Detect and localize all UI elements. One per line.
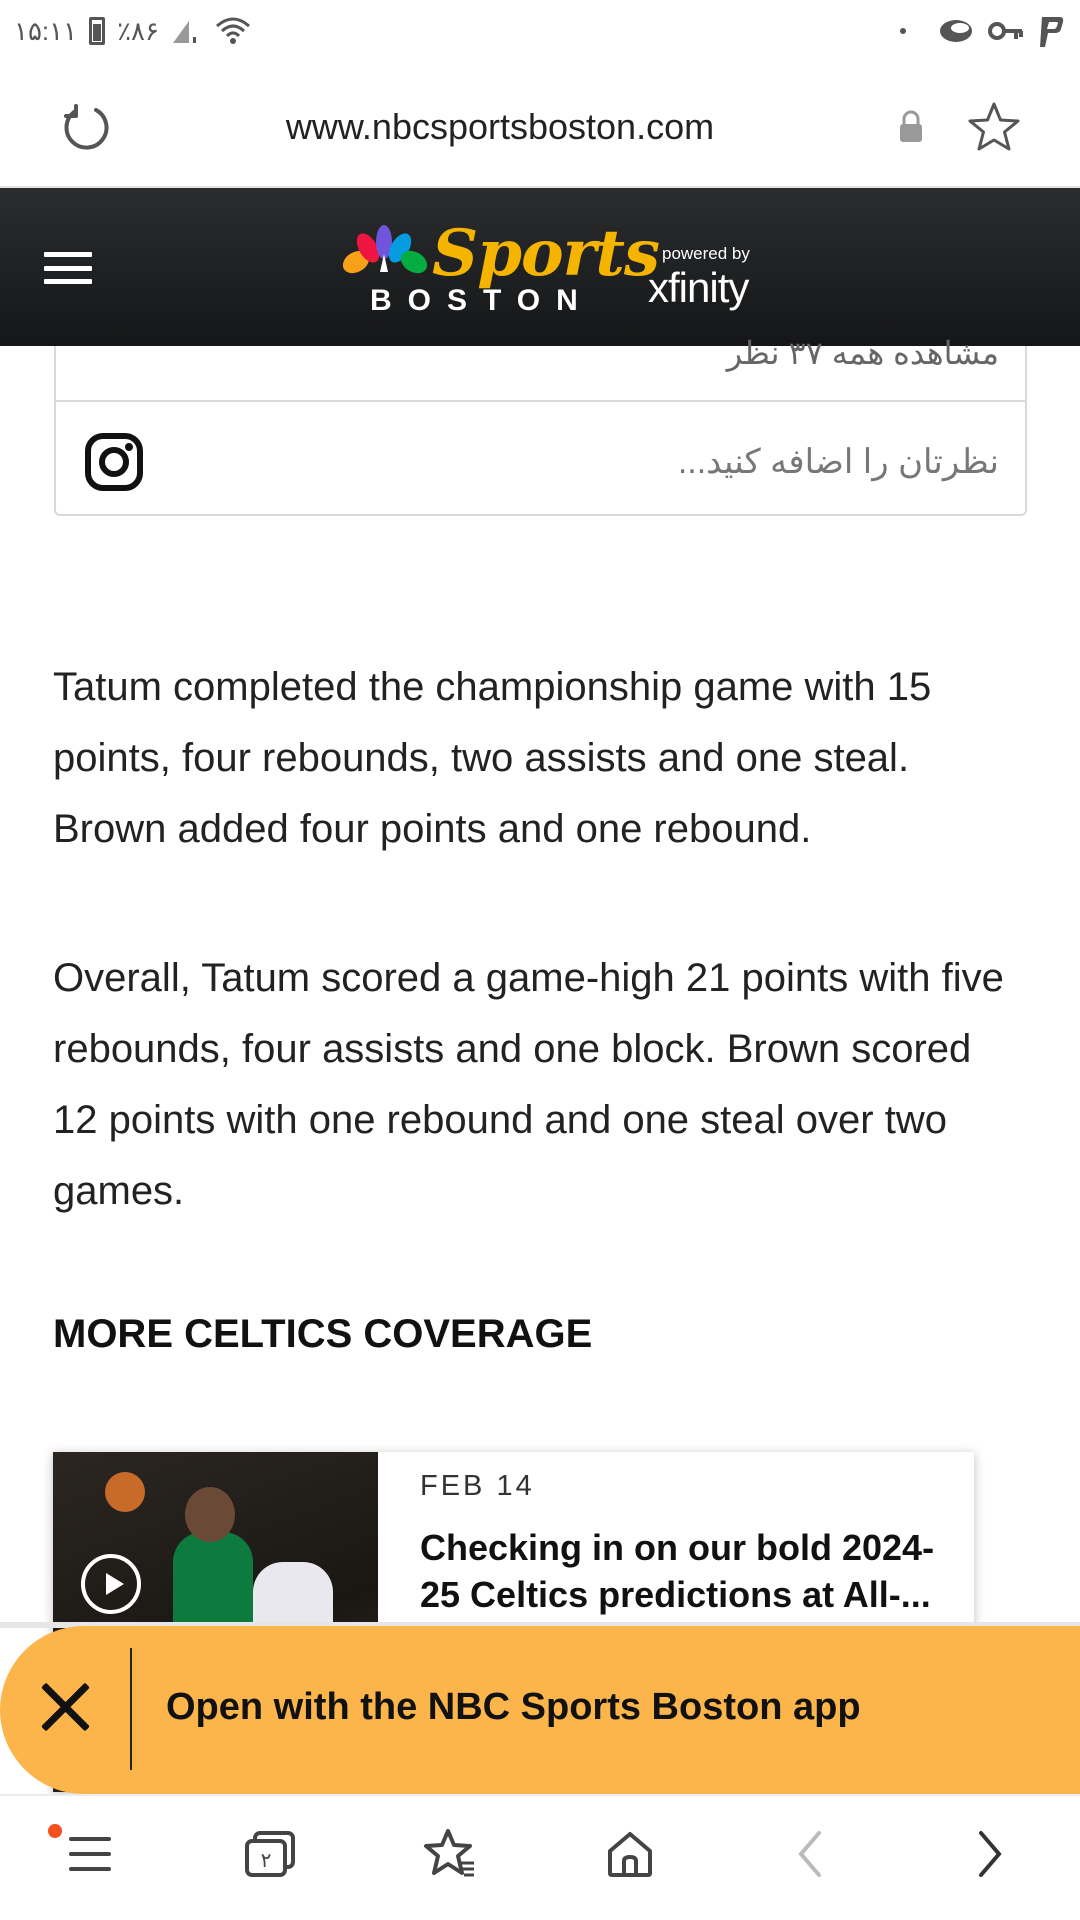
article-paragraph: Overall, Tatum scored a game-high 21 poi… [53, 956, 1004, 1213]
thumbnail-figure [185, 1487, 235, 1542]
xfinity-logo-text: xfinity [648, 264, 749, 311]
article-title[interactable]: Checking in on our bold 2024-25 Celtics … [420, 1524, 940, 1618]
browser-bottom-nav: ۲ [0, 1794, 1080, 1920]
tabs-icon[interactable]: ۲ [240, 1824, 300, 1884]
open-app-banner[interactable]: Open with the NBC Sports Boston app [0, 1626, 1080, 1794]
play-video-icon[interactable] [81, 1554, 141, 1614]
instagram-icon[interactable] [84, 432, 144, 492]
p-app-icon [1040, 17, 1064, 47]
section-heading: MORE CELTICS COVERAGE [53, 1312, 593, 1356]
home-icon[interactable] [600, 1824, 660, 1884]
battery-icon [89, 17, 106, 45]
status-left: ۱۵:۱۱ ٪۸۶ [14, 16, 253, 47]
banner-divider [130, 1648, 132, 1770]
forward-arrow-icon[interactable] [960, 1824, 1020, 1884]
add-comment-input[interactable]: نظرتان را اضافه کنید... [678, 442, 999, 482]
vpn-app-icon [940, 20, 972, 42]
notification-dot-icon [900, 28, 906, 34]
site-header: Sports BOSTON powered by xfinity [0, 188, 1080, 346]
bookmarks-icon[interactable] [420, 1824, 480, 1884]
lock-icon[interactable] [898, 110, 924, 144]
menu-icon[interactable] [60, 1824, 120, 1884]
open-app-label[interactable]: Open with the NBC Sports Boston app [166, 1686, 861, 1729]
close-icon[interactable] [40, 1682, 90, 1732]
status-bar: ۱۵:۱۱ ٪۸۶ [0, 0, 1080, 62]
signal-icon [173, 21, 196, 43]
comments-widget: مشاهده همه ۳۷ نظر نظرتان را اضافه کنید..… [54, 335, 1027, 516]
status-time: ۱۵:۱۱ [14, 15, 78, 46]
comments-summary-row[interactable]: مشاهده همه ۳۷ نظر [56, 335, 1025, 402]
logo-sports-text: Sports [432, 216, 660, 291]
wifi-icon [216, 17, 250, 44]
powered-by-text: powered by [662, 244, 750, 263]
bookmark-star-icon[interactable] [966, 100, 1022, 156]
status-right [900, 13, 1066, 49]
article-paragraph: Tatum completed the championship game wi… [53, 665, 932, 851]
peacock-icon [342, 225, 428, 274]
logo-boston-text: BOSTON [370, 284, 594, 317]
browser-address-bar: www.nbcsportsboston.com [0, 62, 1080, 188]
view-all-comments-link[interactable]: مشاهده همه ۳۷ نظر [727, 334, 999, 372]
battery-percent: ٪۸۶ [117, 15, 159, 46]
article-date: FEB 14 [420, 1470, 535, 1502]
basketball-icon [105, 1472, 145, 1512]
nbc-sports-boston-logo[interactable]: Sports BOSTON powered by xfinity [340, 216, 770, 324]
tab-count: ۲ [261, 1848, 272, 1872]
back-arrow-icon[interactable] [780, 1824, 840, 1884]
key-icon [988, 22, 1023, 40]
hamburger-menu-icon[interactable] [44, 252, 92, 284]
menu-notification-dot [48, 1824, 62, 1838]
